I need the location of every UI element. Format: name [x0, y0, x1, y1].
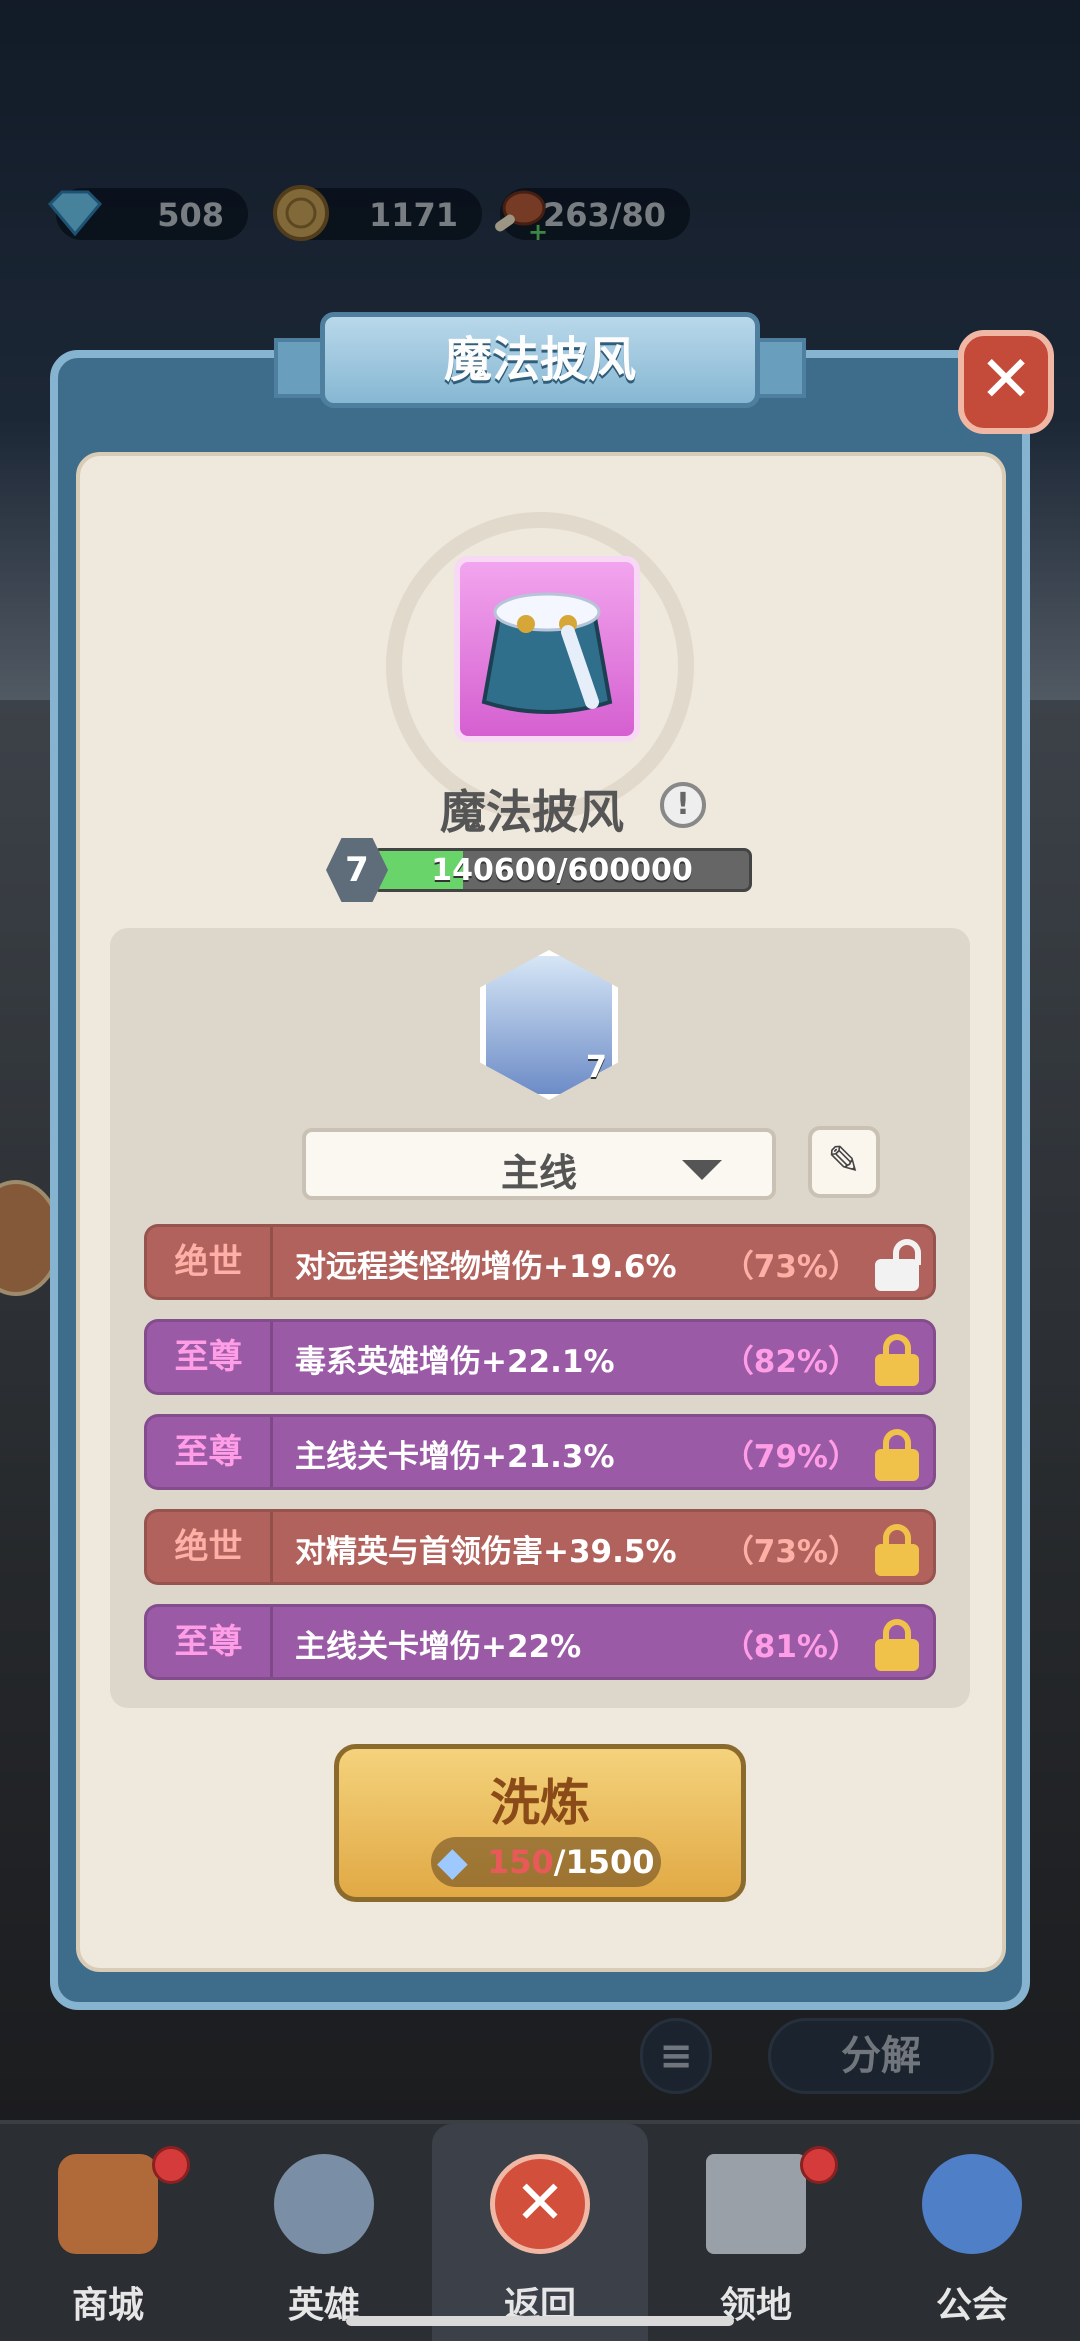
nav-item-guild[interactable]: 公会	[864, 2124, 1080, 2341]
helmet-icon	[274, 2154, 374, 2254]
refine-cost-need: /1500	[553, 1843, 655, 1881]
refine-cost-have: 150	[487, 1843, 554, 1881]
close-icon: ✕	[490, 2154, 590, 2254]
popup-title-ribbon: 魔法披风	[320, 312, 760, 408]
nav-item-shop[interactable]: 商城	[0, 2124, 216, 2341]
rune-level: 7	[586, 1050, 607, 1085]
close-icon: ✕	[979, 343, 1033, 417]
affix-percent: （73%）	[722, 1249, 859, 1285]
affix-row: 至尊 主线关卡增伤+21.3% （79%）	[144, 1414, 936, 1490]
item-level: 7	[345, 850, 369, 890]
info-icon[interactable]: !	[660, 782, 706, 828]
cape-icon	[481, 592, 613, 714]
crystal-icon: ◆	[437, 1839, 468, 1885]
lock-icon[interactable]	[875, 1619, 921, 1671]
notification-dot	[152, 2146, 190, 2184]
edit-button[interactable]: ✎	[808, 1126, 880, 1198]
affix-percent: （73%）	[722, 1534, 859, 1570]
lock-icon[interactable]	[875, 1524, 921, 1576]
item-name: 魔法披风	[440, 785, 624, 839]
lock-icon[interactable]	[875, 1429, 921, 1481]
affix-text: 对精英与首领伤害+39.5%	[295, 1534, 677, 1570]
affix-row: 绝世 对精英与首领伤害+39.5% （73%）	[144, 1509, 936, 1585]
home-indicator	[346, 2316, 734, 2326]
item-icon-frame[interactable]	[454, 556, 640, 742]
nav-item-heroes[interactable]: 英雄	[216, 2124, 432, 2341]
affix-text: 主线关卡增伤+21.3%	[295, 1439, 615, 1475]
nav-item-territory[interactable]: 领地	[648, 2124, 864, 2341]
preset-dropdown[interactable]: 主线	[302, 1128, 776, 1200]
refine-label: 洗炼	[490, 1774, 590, 1832]
nav-label: 公会	[935, 2285, 1008, 2326]
unlock-icon[interactable]	[875, 1239, 921, 1291]
pencil-icon: ✎	[827, 1138, 861, 1184]
affix-percent: （79%）	[722, 1439, 859, 1475]
xp-progress-bar: 140600/600000	[372, 848, 752, 892]
affix-text: 主线关卡增伤+22%	[295, 1629, 582, 1665]
affix-percent: （82%）	[722, 1344, 859, 1380]
affix-row: 绝世 对远程类怪物增伤+19.6% （73%）	[144, 1224, 936, 1300]
nav-label: 商城	[71, 2285, 144, 2326]
nav-item-back[interactable]: ✕ 返回	[432, 2124, 648, 2341]
affix-tier: 至尊	[147, 1417, 273, 1487]
refine-cost: ◆ 150/1500	[431, 1837, 661, 1887]
chevron-down-icon	[682, 1160, 722, 1180]
planet-icon	[922, 2154, 1022, 2254]
affix-tier: 至尊	[147, 1322, 273, 1392]
affix-text: 毒系英雄增伤+22.1%	[295, 1344, 615, 1380]
shop-icon	[58, 2154, 158, 2254]
affix-row: 至尊 主线关卡增伤+22% （81%）	[144, 1604, 936, 1680]
affix-tier: 至尊	[147, 1607, 273, 1677]
lock-icon[interactable]	[875, 1334, 921, 1386]
affix-row: 至尊 毒系英雄增伤+22.1% （82%）	[144, 1319, 936, 1395]
popup-title: 魔法披风	[443, 332, 636, 388]
affix-tier: 绝世	[147, 1512, 273, 1582]
affix-text: 对远程类怪物增伤+19.6%	[295, 1249, 677, 1285]
castle-icon	[706, 2154, 806, 2254]
refine-button[interactable]: 洗炼 ◆ 150/1500	[334, 1744, 746, 1902]
bottom-nav: 商城 英雄 ✕ 返回 领地 公会	[0, 2120, 1080, 2341]
affix-tier: 绝世	[147, 1227, 273, 1297]
refine-cost-text: 150/1500	[487, 1843, 655, 1881]
notification-dot	[800, 2146, 838, 2184]
close-button[interactable]: ✕	[958, 330, 1054, 434]
xp-text: 140600/600000	[431, 853, 693, 888]
affix-percent: （81%）	[722, 1629, 859, 1665]
